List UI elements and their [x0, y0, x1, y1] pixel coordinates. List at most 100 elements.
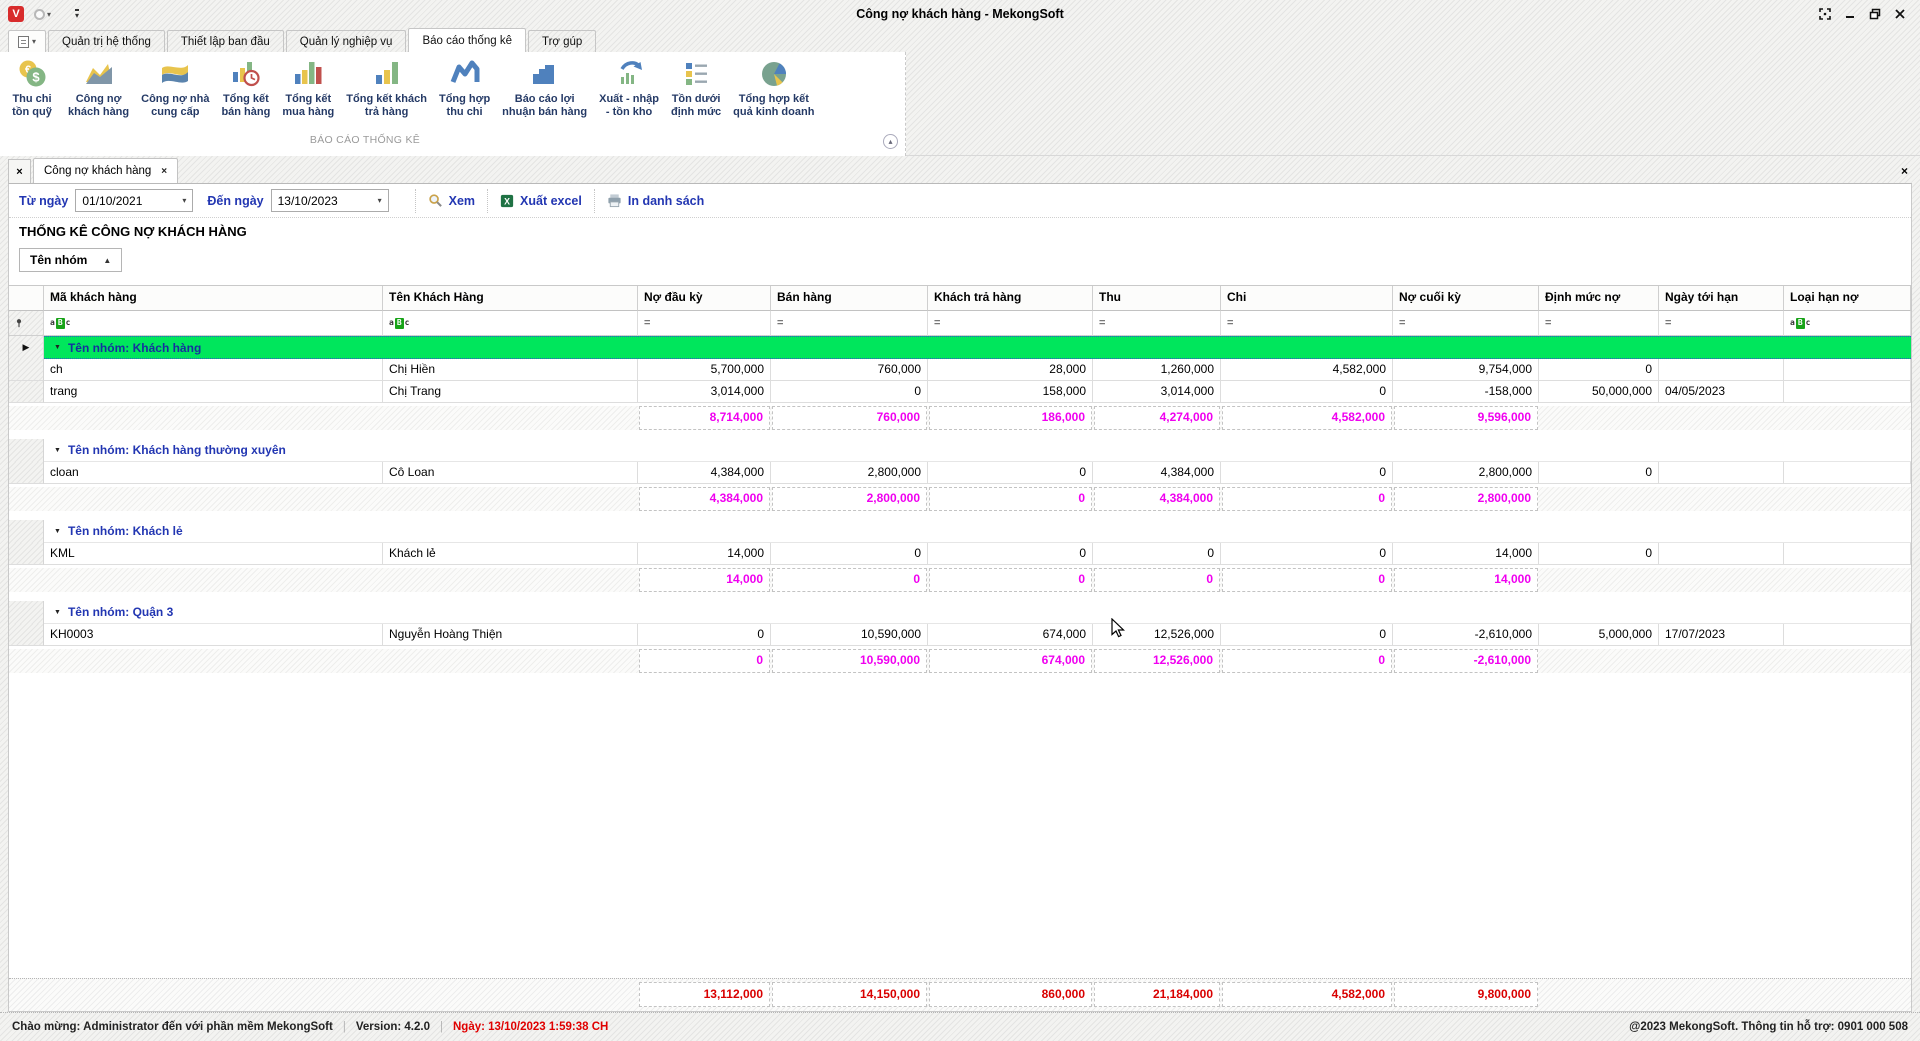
group-row-khach-hang-thuong-xuyen[interactable]: ▼Tên nhóm: Khách hàng thường xuyên	[9, 439, 1911, 462]
cell: 0	[1093, 543, 1221, 565]
restore-button[interactable]	[1867, 6, 1883, 22]
app-logo-icon[interactable]: V	[8, 6, 24, 22]
col-header[interactable]: Khách trả hàng	[928, 286, 1093, 311]
summary-cell: 674,000	[929, 649, 1092, 673]
report-title: THỐNG KÊ CÔNG NỢ KHÁCH HÀNG	[9, 218, 1911, 241]
fit-screen-button[interactable]	[1817, 6, 1833, 22]
ribbon-item-cong-no-nha-cung-cap[interactable]: Công nợ nhà cung cấp	[135, 54, 215, 121]
table-row[interactable]: trang Chị Trang 3,014,000 0 158,000 3,01…	[9, 381, 1911, 403]
filter-cell[interactable]: aBc	[383, 311, 638, 336]
filter-cell[interactable]: =	[1659, 311, 1784, 336]
cell: -2,610,000	[1393, 624, 1539, 646]
app-menu-button[interactable]: ▾	[8, 30, 46, 52]
ribbon-item-ton-duoi-dinh-muc[interactable]: Tồn dưới định mức	[665, 54, 727, 121]
filter-cell[interactable]: =	[928, 311, 1093, 336]
summary-cell: 14,000	[1394, 568, 1538, 592]
group-row-khach-le[interactable]: ▼Tên nhóm: Khách lẻ	[9, 520, 1911, 543]
cell: -158,000	[1393, 381, 1539, 403]
ribbon-item-xuat-nhap-ton-kho[interactable]: Xuất - nhập - tồn kho	[593, 54, 665, 121]
expand-icon[interactable]: ▼	[54, 609, 61, 616]
table-row[interactable]: KH0003 Nguyễn Hoàng Thiện 0 10,590,000 6…	[9, 624, 1911, 646]
from-date-input[interactable]: 01/10/2021 ▾	[75, 189, 193, 212]
grid-header-row: Mã khách hàng Tên Khách Hàng Nợ đầu kỳ B…	[9, 286, 1911, 311]
ribbon-item-bao-cao-loi-nhuan[interactable]: Báo cáo lợi nhuận bán hàng	[496, 54, 593, 121]
view-button[interactable]: Xem	[428, 193, 475, 208]
to-date-input[interactable]: 13/10/2023 ▾	[271, 189, 389, 212]
collapse-ribbon-button[interactable]: ▴	[883, 134, 898, 149]
welcome-text: Chào mừng: Administrator đến với phần mề…	[12, 1021, 333, 1033]
dropdown-arrow-icon[interactable]: ▾	[176, 196, 192, 205]
cell: 2,800,000	[771, 462, 928, 484]
tab-quan-ly-nghiep-vu[interactable]: Quản lý nghiệp vụ	[286, 30, 407, 52]
close-button[interactable]	[1892, 6, 1908, 22]
pin-icon	[15, 318, 23, 329]
filter-cell[interactable]: aBc	[44, 311, 383, 336]
filter-cell[interactable]: =	[1093, 311, 1221, 336]
col-header[interactable]: Định mức nợ	[1539, 286, 1659, 311]
col-header[interactable]: Mã khách hàng	[44, 286, 383, 311]
toolbar-position-icon[interactable]: ▾	[75, 9, 79, 19]
expand-icon[interactable]: ▼	[54, 447, 61, 454]
numeric-filter-icon: =	[1545, 317, 1551, 329]
filter-cell[interactable]: aBc	[1784, 311, 1911, 336]
expand-icon[interactable]: ▼	[54, 344, 61, 351]
table-row[interactable]: KML Khách lẻ 14,000 0 0 0 0 14,000 0	[9, 543, 1911, 565]
cell: 3,014,000	[1093, 381, 1221, 403]
col-header[interactable]: Bán hàng	[771, 286, 928, 311]
expand-icon[interactable]: ▼	[54, 528, 61, 535]
filter-cell[interactable]: =	[1539, 311, 1659, 336]
tab-quan-tri-he-thong[interactable]: Quản trị hệ thống	[48, 30, 165, 52]
group-summary-row: 8,714,000 760,000 186,000 4,274,000 4,58…	[9, 406, 1911, 430]
col-header[interactable]: Tên Khách Hàng	[383, 286, 638, 311]
ribbon-item-thu-chi-ton-quy[interactable]: €$ Thu chi tồn quỹ	[2, 54, 62, 121]
filter-cell[interactable]: =	[638, 311, 771, 336]
ribbon-item-cong-no-khach-hang[interactable]: Công nợ khách hàng	[62, 54, 135, 121]
titlebar: V ▾ ▾ Công nợ khách hàng - MekongSoft	[0, 0, 1920, 28]
print-button[interactable]: In danh sách	[607, 193, 704, 208]
filter-pin-cell[interactable]	[9, 311, 44, 336]
from-date-label: Từ ngày	[19, 194, 68, 208]
cell: Chị Hiền	[383, 359, 638, 381]
cell: ch	[44, 359, 383, 381]
cell: Nguyễn Hoàng Thiện	[383, 624, 638, 646]
table-row[interactable]: cloan Cô Loan 4,384,000 2,800,000 0 4,38…	[9, 462, 1911, 484]
close-group-button[interactable]: ×	[8, 159, 31, 183]
col-header[interactable]: Nợ cuối kỳ	[1393, 286, 1539, 311]
minimize-button[interactable]	[1842, 6, 1858, 22]
group-row-khach-hang[interactable]: ▶ ▼Tên nhóm: Khách hàng	[9, 336, 1911, 359]
col-header[interactable]: Nợ đầu kỳ	[638, 286, 771, 311]
group-by-panel: Tên nhóm ▲	[9, 241, 1911, 285]
dropdown-arrow-icon[interactable]: ▾	[372, 196, 388, 205]
close-tab-icon[interactable]: ×	[161, 166, 167, 177]
close-document-button[interactable]: ×	[1901, 164, 1908, 178]
ribbon-item-tong-ket-mua-hang[interactable]: Tổng kết mua hàng	[276, 54, 340, 121]
cell: 5,700,000	[638, 359, 771, 381]
chevron-down-icon: ▾	[47, 10, 51, 19]
cell: 0	[928, 543, 1093, 565]
export-excel-button[interactable]: X Xuất excel	[500, 194, 582, 208]
zigzag-line-icon	[449, 58, 481, 90]
filter-cell[interactable]: =	[1221, 311, 1393, 336]
col-header[interactable]: Ngày tới hạn	[1659, 286, 1784, 311]
ribbon-item-tong-hop-ket-qua-kinh-doanh[interactable]: Tổng hợp kết quả kinh doanh	[727, 54, 820, 121]
quick-access-button[interactable]: ▾	[34, 9, 51, 20]
tab-thiet-lap-ban-dau[interactable]: Thiết lập ban đầu	[167, 30, 284, 52]
document-tab[interactable]: Công nợ khách hàng ×	[33, 158, 178, 183]
filter-cell[interactable]: =	[771, 311, 928, 336]
table-row[interactable]: ch Chị Hiền 5,700,000 760,000 28,000 1,2…	[9, 359, 1911, 381]
report-panel: Từ ngày 01/10/2021 ▾ Đến ngày 13/10/2023…	[8, 183, 1912, 1012]
group-row-quan-3[interactable]: ▼Tên nhóm: Quận 3	[9, 601, 1911, 624]
ribbon-item-tong-ket-ban-hang[interactable]: Tổng kết bán hàng	[215, 54, 276, 121]
col-header[interactable]: Loại hạn nợ	[1784, 286, 1911, 311]
area-chart-icon	[83, 58, 115, 90]
group-by-chip[interactable]: Tên nhóm ▲	[19, 248, 122, 272]
col-header[interactable]: Thu	[1093, 286, 1221, 311]
cell: 0	[1221, 381, 1393, 403]
ribbon-item-tong-ket-khach-tra-hang[interactable]: Tổng kết khách trả hàng	[340, 54, 433, 121]
tab-tro-giup[interactable]: Trợ gúp	[528, 30, 596, 52]
tab-bao-cao-thong-ke[interactable]: Báo cáo thống kê	[408, 28, 526, 52]
col-header[interactable]: Chi	[1221, 286, 1393, 311]
filter-cell[interactable]: =	[1393, 311, 1539, 336]
cell: 674,000	[928, 624, 1093, 646]
ribbon-item-tong-hop-thu-chi[interactable]: Tổng hợp thu chi	[433, 54, 496, 121]
